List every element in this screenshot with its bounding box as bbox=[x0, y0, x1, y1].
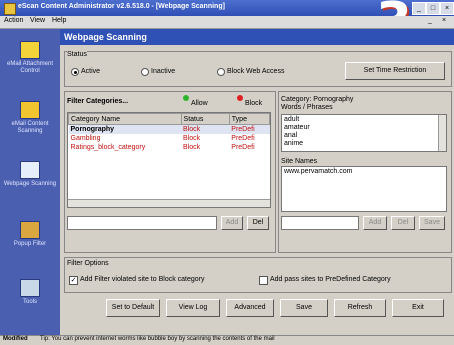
add-violated-site-label: Add Filter violated site to Block catego… bbox=[80, 276, 205, 283]
sidebar-item-popup-filter[interactable]: Popup Filter bbox=[0, 221, 60, 248]
sidebar-item-label: Tools bbox=[22, 299, 37, 305]
category-add-button[interactable]: Add bbox=[221, 216, 243, 230]
list-item[interactable]: anime bbox=[284, 140, 303, 147]
category-detail-title: Category: Pornography bbox=[281, 96, 354, 103]
status-block-web-label: Block Web Access bbox=[227, 68, 285, 75]
status-active-label: Active bbox=[81, 68, 101, 75]
status-inactive-label: Inactive bbox=[151, 68, 176, 75]
site-names-label: Site Names bbox=[281, 158, 318, 165]
page-title: Webpage Scanning bbox=[64, 32, 147, 42]
set-time-restriction-button[interactable]: Set Time Restriction bbox=[345, 62, 445, 80]
site-name-input[interactable] bbox=[281, 216, 359, 230]
status-block-web-radio[interactable] bbox=[217, 68, 225, 76]
category-type-cell: PreDefi bbox=[231, 135, 255, 142]
category-status-cell: Block bbox=[183, 126, 201, 133]
tools-icon bbox=[20, 279, 40, 297]
sidebar-item-tools[interactable]: Tools bbox=[0, 279, 60, 306]
list-item[interactable]: amateur bbox=[284, 124, 310, 131]
filter-options-title: Filter Options bbox=[67, 260, 109, 267]
sidebar-item-label: Webpage Scanning bbox=[3, 181, 57, 187]
category-detail-group: Category: Pornography Words / Phrases ad… bbox=[278, 91, 452, 253]
view-log-button[interactable]: View Log bbox=[166, 299, 220, 317]
column-header-status[interactable]: Status bbox=[180, 113, 230, 125]
site-add-button[interactable]: Add bbox=[363, 216, 387, 230]
add-pass-sites-label: Add pass sites to PreDefined Category bbox=[270, 276, 391, 283]
category-name-cell: Ratings_block_category bbox=[70, 144, 146, 151]
window-title: eScan Content Administrator v2.6.518.0 -… bbox=[18, 3, 225, 10]
table-row[interactable]: Gambling Block PreDefi bbox=[69, 134, 270, 143]
category-status-cell: Block bbox=[183, 135, 201, 142]
column-header-type[interactable]: Type bbox=[228, 113, 270, 125]
table-row[interactable]: Ratings_block_category Block PreDefi bbox=[69, 143, 270, 152]
set-to-default-button[interactable]: Set to Default bbox=[106, 299, 160, 317]
category-table[interactable]: Category Name Status Type Pornography Bl… bbox=[67, 112, 271, 208]
sidebar: eMail Attachment Control eMail Content S… bbox=[0, 29, 60, 335]
status-inactive-radio[interactable] bbox=[141, 68, 149, 76]
category-type-cell: PreDefi bbox=[231, 126, 255, 133]
close-button[interactable]: × bbox=[440, 2, 454, 15]
list-item[interactable]: anal bbox=[284, 132, 297, 139]
horizontal-scrollbar[interactable] bbox=[68, 199, 270, 207]
category-type-cell: PreDefi bbox=[231, 144, 255, 151]
block-indicator-icon bbox=[237, 95, 243, 101]
sidebar-item-email-content[interactable]: eMail Content Scanning bbox=[0, 101, 60, 135]
block-label: Block bbox=[245, 100, 263, 107]
menu-help[interactable]: Help bbox=[52, 17, 66, 24]
words-phrases-label: Words / Phrases bbox=[281, 104, 333, 111]
popup-filter-icon bbox=[20, 221, 40, 239]
child-close-button[interactable]: × bbox=[442, 17, 446, 24]
sidebar-item-label: Popup Filter bbox=[13, 241, 47, 247]
save-button[interactable]: Save bbox=[280, 299, 328, 317]
list-item[interactable]: adult bbox=[284, 116, 299, 123]
category-name-cell: Gambling bbox=[70, 135, 101, 142]
sidebar-item-webpage[interactable]: Webpage Scanning bbox=[0, 161, 60, 188]
sidebar-item-label: eMail Attachment Control bbox=[6, 61, 54, 74]
page-header: Webpage Scanning bbox=[60, 29, 454, 45]
filter-options-group: Filter Options ✓ Add Filter violated sit… bbox=[64, 257, 452, 293]
filter-categories-group: Filter Categories... Allow Block Categor… bbox=[64, 91, 276, 253]
category-status-cell: Block bbox=[183, 144, 201, 151]
webpage-icon bbox=[20, 161, 40, 179]
status-active-radio[interactable] bbox=[71, 68, 79, 76]
add-violated-site-checkbox[interactable]: ✓ bbox=[69, 276, 78, 285]
exit-button[interactable]: Exit bbox=[392, 299, 444, 317]
words-list[interactable]: adult amateur anal anime bbox=[281, 114, 447, 152]
add-pass-sites-checkbox[interactable] bbox=[259, 276, 268, 285]
allow-label: Allow bbox=[191, 100, 208, 107]
site-del-button[interactable]: Del bbox=[391, 216, 415, 230]
menu-bar: Action View Help _ × bbox=[0, 16, 454, 29]
refresh-button[interactable]: Refresh bbox=[334, 299, 386, 317]
main-panel: Status Active Inactive Block Web Access … bbox=[60, 45, 454, 335]
child-minimize-button[interactable]: _ bbox=[428, 17, 432, 24]
status-group-title: Status bbox=[67, 51, 87, 58]
sidebar-item-label: eMail Content Scanning bbox=[11, 121, 49, 134]
maximize-button[interactable]: □ bbox=[426, 2, 440, 15]
site-save-button[interactable]: Save bbox=[419, 216, 445, 230]
category-name-cell: Pornography bbox=[70, 126, 115, 133]
table-row[interactable]: Pornography Block PreDefi bbox=[68, 124, 270, 134]
envelope-icon bbox=[20, 41, 40, 59]
category-name-input[interactable] bbox=[67, 216, 217, 230]
allow-indicator-icon bbox=[183, 95, 189, 101]
minimize-button[interactable]: _ bbox=[412, 2, 426, 15]
sidebar-item-email-attachment[interactable]: eMail Attachment Control bbox=[0, 41, 60, 75]
status-group: Status Active Inactive Block Web Access … bbox=[64, 51, 452, 87]
menu-view[interactable]: View bbox=[30, 17, 45, 24]
category-del-button[interactable]: Del bbox=[247, 216, 269, 230]
vertical-scrollbar[interactable] bbox=[438, 115, 446, 151]
envelope-content-icon bbox=[20, 101, 40, 119]
filter-categories-title: Filter Categories... bbox=[67, 98, 129, 105]
site-names-list[interactable]: www.pervamatch.com bbox=[281, 166, 447, 212]
advanced-button[interactable]: Advanced bbox=[226, 299, 274, 317]
status-modified: Modified bbox=[3, 336, 28, 342]
status-tip: Tip: You can prevent internet worms like… bbox=[40, 336, 275, 342]
menu-action[interactable]: Action bbox=[4, 17, 23, 24]
app-icon bbox=[4, 3, 16, 15]
list-item[interactable]: www.pervamatch.com bbox=[284, 168, 352, 175]
column-header-category-name[interactable]: Category Name bbox=[68, 113, 182, 125]
